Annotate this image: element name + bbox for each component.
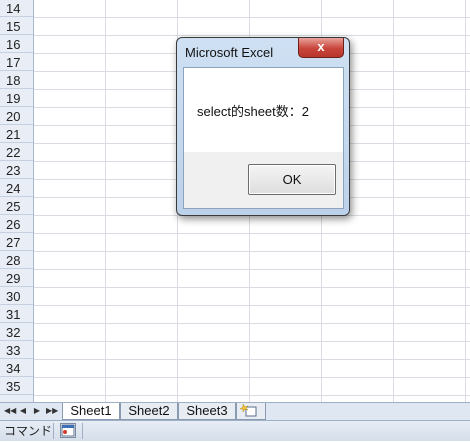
dialog-message: select的sheet数：2 (197, 104, 309, 119)
row-header[interactable]: 17 (0, 54, 33, 71)
sheet-tab-bar: ◀◀ ◀ ▶ ▶▶ Sheet1 Sheet2 Sheet3 (0, 402, 470, 420)
row-header[interactable]: 26 (0, 216, 33, 233)
dialog-body: select的sheet数：2 OK (183, 67, 344, 209)
ok-button[interactable]: OK (248, 164, 336, 195)
row-header[interactable]: 32 (0, 324, 33, 341)
macro-sheet-icon (61, 424, 75, 437)
sheet-tab-sheet3[interactable]: Sheet3 (178, 403, 236, 420)
record-macro-icon[interactable] (60, 423, 76, 438)
status-bar: コマンド (0, 420, 470, 441)
row-header[interactable]: 27 (0, 234, 33, 251)
row-header[interactable]: 34 (0, 360, 33, 377)
message-box-dialog: Microsoft Excel x select的sheet数：2 OK (176, 37, 350, 216)
status-divider (53, 423, 54, 439)
insert-sheet-button[interactable] (236, 403, 266, 420)
status-divider (82, 423, 83, 439)
row-header[interactable]: 25 (0, 198, 33, 215)
row-header[interactable]: 28 (0, 252, 33, 269)
row-header[interactable]: 22 (0, 144, 33, 161)
sheet-tab-sheet1[interactable]: Sheet1 (62, 403, 120, 420)
row-header[interactable]: 31 (0, 306, 33, 323)
next-sheet-nav-button[interactable]: ▶ (32, 405, 42, 417)
row-header[interactable]: 33 (0, 342, 33, 359)
row-header[interactable]: 15 (0, 18, 33, 35)
row-header[interactable]: 29 (0, 270, 33, 287)
row-header[interactable]: 24 (0, 180, 33, 197)
row-header[interactable]: 14 (0, 0, 33, 17)
prev-sheet-nav-button[interactable]: ◀ (18, 405, 28, 417)
row-header[interactable]: 21 (0, 126, 33, 143)
dialog-title: Microsoft Excel (185, 45, 274, 60)
dialog-button-area: OK (184, 152, 343, 208)
row-header[interactable]: 30 (0, 288, 33, 305)
close-button[interactable]: x (298, 38, 344, 58)
insert-sheet-icon (239, 403, 257, 417)
first-sheet-nav-button[interactable]: ◀◀ (4, 405, 16, 417)
last-sheet-nav-button[interactable]: ▶▶ (46, 405, 58, 417)
row-headers: 14 15 16 17 18 19 20 21 22 23 24 25 26 2… (0, 0, 34, 402)
row-header[interactable]: 19 (0, 90, 33, 107)
row-header[interactable]: 18 (0, 72, 33, 89)
row-header[interactable]: 35 (0, 378, 33, 395)
row-header[interactable]: 23 (0, 162, 33, 179)
row-header[interactable]: 16 (0, 36, 33, 53)
row-header[interactable]: 20 (0, 108, 33, 125)
status-mode-text: コマンド (4, 424, 53, 438)
sheet-tab-sheet2[interactable]: Sheet2 (120, 403, 178, 420)
